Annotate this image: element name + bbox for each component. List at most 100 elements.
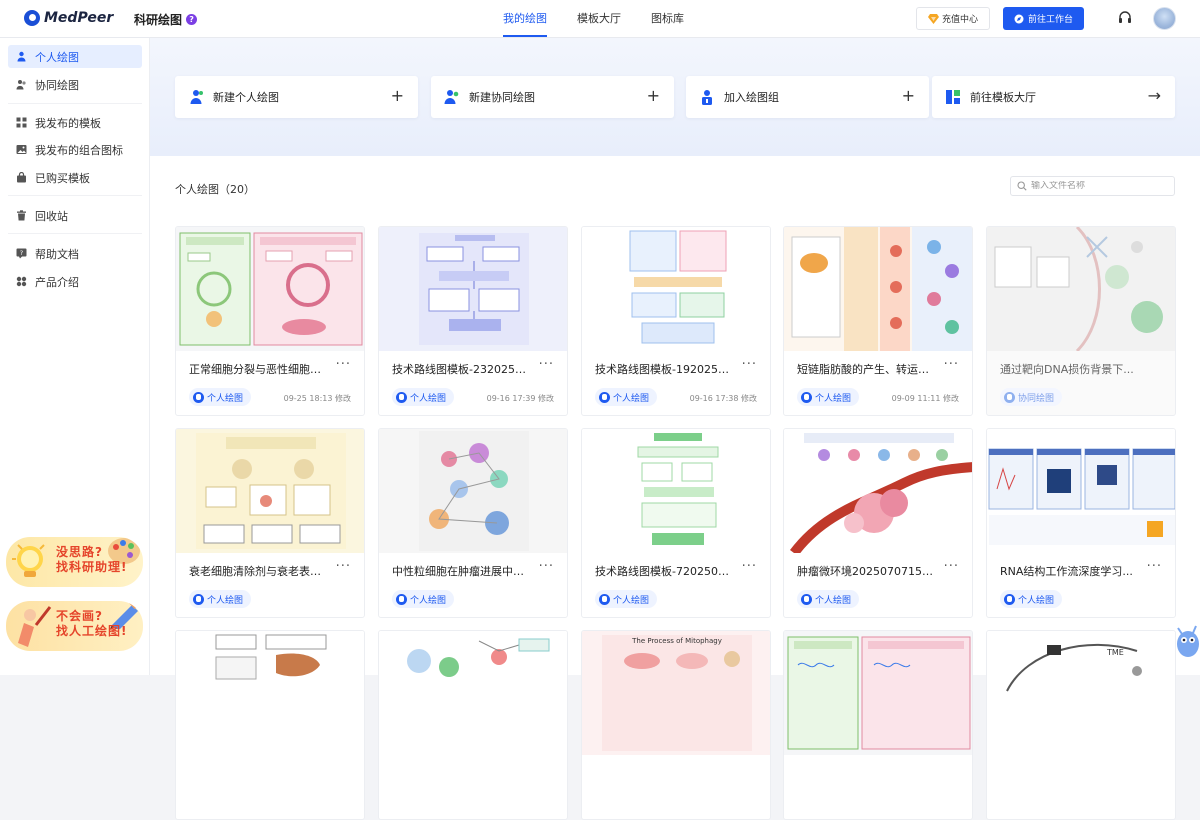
drawing-card[interactable]: 技术路线图模板-72025070... ··· 个人绘图 [581,428,771,618]
badge-label: 个人绘图 [613,393,650,404]
workbench-button[interactable]: 前往工作台 [1003,7,1084,30]
logo-text: MedPeer [44,10,114,26]
new-personal-icon [190,90,203,104]
medpeer-logo[interactable]: MedPeer [24,10,113,26]
promo-manual-drawing[interactable]: 不会画? 找人工绘图! [6,601,143,651]
more-options-icon[interactable]: ··· [944,559,959,574]
badge-label: 个人绘图 [815,595,852,606]
drawing-list: 个人绘图（20） 正常细胞分裂与恶性细胞分... ··· 个人绘图 09-25 … [150,156,1200,820]
card-thumbnail[interactable]: The Process of Mitophagy [582,631,770,755]
search-input[interactable] [1031,181,1171,191]
card-title: 技术路线图模板-19202509... [595,363,735,376]
thumb-roadmap-green [637,433,719,545]
card-title: 衰老细胞清除剂与衰老表型... [189,565,329,578]
join-group-icon [702,90,712,105]
sidebar-item-my-icons[interactable]: 我发布的组合图标 [8,138,142,161]
new-collab-icon [444,90,459,104]
promo-research-assistant[interactable]: 没思路? 找科研助理! [6,537,143,587]
tab-icon-library[interactable]: 图标库 [651,0,684,38]
card-title: 技术路线图模板-72025070... [595,565,735,578]
drawing-card[interactable]: 肿瘤微环境2025070715151... ··· 个人绘图 [783,428,973,618]
personal-tag-icon [801,593,812,605]
action-label: 加入绘图组 [724,91,779,104]
card-title: RNA结构工作流深度学习... [1000,565,1133,578]
card-thumbnail[interactable] [582,429,770,553]
join-group-button[interactable]: 加入绘图组 + [686,76,929,118]
card-thumbnail[interactable]: TME [987,631,1175,755]
drawing-card[interactable] [175,630,365,820]
sidebar-item-product-intro[interactable]: 产品介绍 [8,270,142,293]
card-type-badge: 个人绘图 [189,590,252,608]
go-template-hall-button[interactable]: 前往模板大厅 → [932,76,1175,118]
card-thumbnail[interactable] [987,429,1175,553]
search-box[interactable] [1010,176,1175,196]
card-thumbnail[interactable] [176,227,364,351]
more-options-icon[interactable]: ··· [1147,559,1162,574]
card-thumbnail[interactable] [176,429,364,553]
grid-template-icon [16,117,27,128]
more-options-icon[interactable]: ··· [336,357,351,372]
more-options-icon[interactable]: ··· [944,357,959,372]
user-avatar[interactable] [1153,7,1176,30]
drawing-card[interactable]: 技术路线图模板-23202509... ··· 个人绘图 09-16 17:39… [378,226,568,416]
more-options-icon[interactable]: ··· [539,357,554,372]
tab-my-drawings[interactable]: 我的绘图 [503,0,547,38]
card-thumbnail[interactable] [987,227,1175,351]
help-icon[interactable]: ? [186,14,198,25]
drawing-card[interactable]: 中性粒细胞在肿瘤进展中的... ··· 个人绘图 [378,428,568,618]
card-thumbnail[interactable] [379,631,567,755]
plus-icon: + [901,86,915,105]
sidebar-item-label: 回收站 [35,209,68,223]
drawing-card[interactable] [783,630,973,820]
plus-icon: + [646,86,660,105]
personal-tag-icon [599,391,610,403]
sidebar-item-collab[interactable]: 协同绘图 [8,73,142,96]
drawing-card[interactable]: 短链脂肪酸的产生、转运体... ··· 个人绘图 09-09 11:11 修改 [783,226,973,416]
more-options-icon[interactable]: ··· [539,559,554,574]
sidebar-item-recycle-bin[interactable]: 回收站 [8,204,142,227]
thumb-dna-damage [994,227,1163,351]
personal-tag-icon [193,391,204,403]
more-options-icon[interactable]: ··· [742,559,757,574]
badge-label: 个人绘图 [410,393,447,404]
card-title: 短链脂肪酸的产生、转运体... [797,363,937,376]
promo-line-1: 不会画? [56,609,103,623]
rocket-icon [1014,14,1024,23]
drawing-card[interactable]: 技术路线图模板-19202509... ··· 个人绘图 09-16 17:38… [581,226,771,416]
drawing-card[interactable] [378,630,568,820]
sidebar-divider [8,195,142,196]
card-thumbnail[interactable] [784,227,972,351]
sidebar-item-help-docs[interactable]: ? 帮助文档 [8,242,142,265]
new-collab-drawing-button[interactable]: 新建协同绘图 + [431,76,674,118]
drawing-card[interactable]: RNA结构工作流深度学习... ··· 个人绘图 [986,428,1176,618]
card-title: 正常细胞分裂与恶性细胞分... [189,363,329,376]
card-thumbnail[interactable] [176,631,364,755]
drawing-card[interactable]: 通过靶向DNA损伤背景下... 协同绘图 [986,226,1176,416]
new-personal-drawing-button[interactable]: 新建个人绘图 + [175,76,418,118]
more-options-icon[interactable]: ··· [742,357,757,372]
assistant-mascot-icon[interactable] [1172,618,1200,660]
card-type-badge: 个人绘图 [797,388,860,406]
card-thumbnail[interactable] [784,429,972,553]
card-thumbnail[interactable] [582,227,770,351]
more-options-icon[interactable]: ··· [336,559,351,574]
bag-icon [17,172,26,183]
sidebar-item-purchased[interactable]: 已购买模板 [8,166,142,189]
card-thumbnail[interactable] [784,631,972,755]
card-thumbnail[interactable] [379,429,567,553]
sidebar-item-personal[interactable]: 个人绘图 [8,45,142,68]
sidebar-item-label: 帮助文档 [35,247,79,261]
drawing-card[interactable]: 衰老细胞清除剂与衰老表型... ··· 个人绘图 [175,428,365,618]
customer-service-icon[interactable] [1117,10,1133,26]
card-thumbnail[interactable] [379,227,567,351]
sidebar-divider [8,233,142,234]
thumb-liver [215,634,327,680]
drawing-card[interactable]: TME [986,630,1176,820]
tab-template-hall[interactable]: 模板大厅 [577,0,621,38]
sidebar-item-my-templates[interactable]: 我发布的模板 [8,111,142,134]
drawing-card[interactable]: 正常细胞分裂与恶性细胞分... ··· 个人绘图 09-25 18:13 修改 [175,226,365,416]
drawing-card[interactable]: The Process of Mitophagy [581,630,771,820]
recharge-button[interactable]: 充值中心 [916,7,990,30]
sidebar-item-label: 个人绘图 [35,50,79,64]
main-area: 新建个人绘图 + 新建协同绘图 + 加入绘图组 + 前往模板大厅 → 个人绘图（… [150,38,1200,820]
